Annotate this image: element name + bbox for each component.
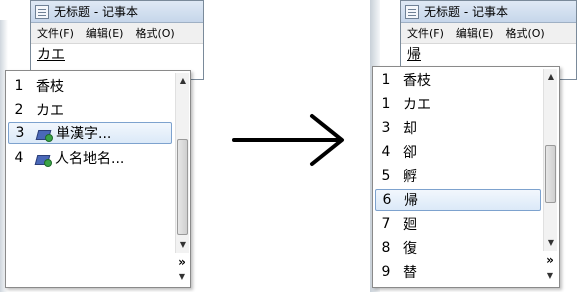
- dictionary-book-icon: [36, 152, 52, 167]
- candidate-text: 人名地名...: [55, 151, 125, 167]
- list-item[interactable]: 2 カエ: [8, 99, 174, 121]
- candidate-number: 2: [14, 102, 24, 118]
- right-menu-format[interactable]: 格式(O): [505, 25, 544, 41]
- candidate-number: 4: [14, 150, 24, 166]
- expand-icon[interactable]: »: [543, 253, 557, 267]
- expand-icon[interactable]: »: [175, 255, 189, 269]
- candidate-text: 替: [403, 265, 417, 281]
- candidate-number: 3: [15, 125, 25, 141]
- candidate-number: 1: [381, 96, 391, 112]
- list-item[interactable]: 3 却: [375, 117, 541, 139]
- candidate-number: 7: [381, 216, 391, 232]
- right-window-title: 无标题 - 记事本: [424, 5, 508, 19]
- right-candidate-list: 1 香枝 1 カエ 3 却 4 卻 5 孵 6 帰 7 廻 8 復 9 替 ▲ …: [372, 66, 560, 288]
- candidate-number: 5: [381, 168, 391, 184]
- candidate-text: 復: [403, 241, 417, 257]
- candidate-text: 却: [403, 121, 417, 137]
- left-menu-format[interactable]: 格式(O): [135, 25, 174, 41]
- left-menu-file[interactable]: 文件(F): [37, 25, 74, 41]
- list-item[interactable]: 1 香枝: [8, 75, 174, 97]
- candidate-text: 香枝: [403, 73, 431, 89]
- right-menu-edit[interactable]: 编辑(E): [456, 25, 494, 41]
- candidate-text: 卻: [403, 145, 417, 161]
- candidate-number: 6: [382, 192, 392, 208]
- left-scrollbar[interactable]: ▲ ▼: [175, 73, 189, 253]
- candidate-number: 9: [381, 264, 391, 280]
- right-menu-file[interactable]: 文件(F): [407, 25, 444, 41]
- left-menu-edit[interactable]: 编辑(E): [86, 25, 124, 41]
- transition-arrow-icon: [232, 114, 344, 166]
- candidate-text: 単漢字...: [56, 126, 112, 142]
- candidate-number: 8: [381, 240, 391, 256]
- left-window-title: 无标题 - 记事本: [54, 5, 138, 19]
- scroll-down-arrow-icon[interactable]: ▼: [544, 237, 558, 249]
- dictionary-book-icon: [37, 127, 53, 142]
- list-item[interactable]: 9 替: [375, 261, 541, 283]
- left-titlebar[interactable]: 无标题 - 记事本: [31, 1, 203, 23]
- scroll-up-arrow-icon[interactable]: ▲: [544, 71, 558, 83]
- left-notepad-window: 无标题 - 记事本 文件(F) 编辑(E) 格式(O) カエ: [30, 0, 204, 80]
- list-item[interactable]: 4 人名地名...: [8, 147, 174, 169]
- page-down-arrow-icon[interactable]: ▼: [175, 271, 189, 283]
- scroll-thumb[interactable]: [545, 145, 556, 203]
- left-candidate-list: 1 香枝 2 カエ 3 単漢字... 4 人名地名... ▲ ▼ » ▼: [5, 70, 191, 288]
- list-item[interactable]: 7 廻: [375, 213, 541, 235]
- right-menubar: 文件(F) 编辑(E) 格式(O): [401, 23, 576, 44]
- list-item[interactable]: 1 カエ: [375, 93, 541, 115]
- scroll-thumb[interactable]: [177, 139, 188, 235]
- candidate-number: 1: [381, 72, 391, 88]
- notepad-app-icon: [405, 4, 419, 19]
- notepad-app-icon: [35, 4, 49, 19]
- list-item[interactable]: 5 孵: [375, 165, 541, 187]
- candidate-number: 3: [381, 120, 391, 136]
- candidate-text: カエ: [36, 103, 64, 119]
- candidate-number: 4: [381, 144, 391, 160]
- right-editor-composition[interactable]: 帰: [401, 44, 576, 66]
- candidate-text: 廻: [403, 217, 417, 233]
- list-item[interactable]: 8 復: [375, 237, 541, 259]
- candidate-number: 1: [14, 78, 24, 94]
- candidate-text: 香枝: [36, 79, 64, 95]
- scroll-down-arrow-icon[interactable]: ▼: [176, 239, 190, 251]
- list-item[interactable]: 1 香枝: [375, 69, 541, 91]
- left-menubar: 文件(F) 编辑(E) 格式(O): [31, 23, 203, 44]
- list-item-selected[interactable]: 6 帰: [375, 189, 541, 211]
- candidate-text: 孵: [403, 169, 417, 185]
- right-titlebar[interactable]: 无标题 - 记事本: [401, 1, 576, 23]
- page-down-arrow-icon[interactable]: ▼: [543, 270, 557, 282]
- candidate-text: カエ: [403, 97, 431, 113]
- right-scrollbar[interactable]: ▲ ▼: [543, 69, 557, 251]
- list-item[interactable]: 4 卻: [375, 141, 541, 163]
- left-editor-composition[interactable]: カエ: [31, 44, 203, 66]
- scroll-up-arrow-icon[interactable]: ▲: [176, 75, 190, 87]
- list-item-selected[interactable]: 3 単漢字...: [8, 122, 172, 144]
- candidate-text: 帰: [404, 193, 418, 209]
